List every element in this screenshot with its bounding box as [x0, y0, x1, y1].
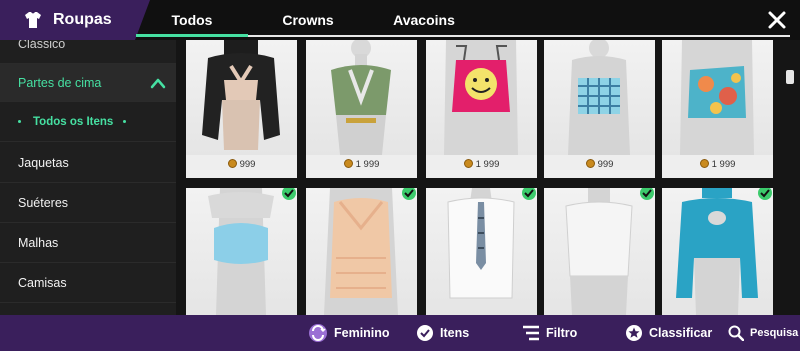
item-card[interactable]: 999 [544, 40, 655, 178]
category-sidebar: Clássico Partes de cima Todos os Itens J… [0, 40, 176, 315]
item-card[interactable] [426, 188, 537, 315]
bottom-item-label: Filtro [546, 326, 578, 340]
coin-icon [699, 159, 709, 168]
item-thumbnail [426, 188, 537, 315]
teal-cutout-top-image [676, 188, 758, 315]
bottom-item-label: Pesquisa [750, 327, 799, 339]
tab-avacoins[interactable]: Avacoins [368, 0, 480, 40]
bottom-item-label: Feminino [334, 326, 390, 340]
gender-swap-icon [309, 324, 327, 342]
sidebar-item-label: Todos os Itens [33, 115, 114, 128]
page-title: Roupas [53, 11, 112, 28]
item-card[interactable] [306, 188, 417, 315]
sidebar-item-partes-de-cima[interactable]: Partes de cima [0, 64, 176, 102]
brand-section: Roupas [0, 0, 150, 40]
pink-smiley-tank-image [444, 40, 518, 155]
bottom-toolbar: Feminino Itens Filtro Classificar Pesqui… [0, 315, 800, 351]
black-cutout-top-image [202, 40, 280, 150]
item-card[interactable] [544, 188, 655, 315]
item-price: 1 999 [306, 159, 417, 170]
white-shirt-tie-image [447, 188, 515, 299]
bullet-dot [18, 120, 21, 123]
items-filter-button[interactable]: Itens [416, 315, 469, 351]
item-card[interactable]: 999 [186, 40, 297, 178]
item-card[interactable]: 1 999 [426, 40, 537, 178]
search-button[interactable]: Pesquisa [728, 315, 798, 351]
plaid-tube-top-image [568, 40, 630, 155]
item-thumbnail [306, 40, 417, 155]
sidebar-item-label: Clássico [18, 40, 66, 51]
star-badge-icon [626, 325, 642, 341]
gender-toggle-button[interactable]: Feminino [308, 315, 390, 351]
white-longsleeve-image [565, 188, 633, 315]
top-bar: Roupas Todos Crowns Avacoins [0, 0, 800, 40]
item-price: 1 999 [426, 159, 537, 170]
sidebar-item-jaquetas[interactable]: Jaquetas [0, 143, 176, 183]
sidebar-item-todos-os-itens[interactable]: Todos os Itens [0, 102, 176, 142]
bottom-item-label: Classificar [649, 326, 713, 340]
blue-tube-top-image [208, 188, 274, 315]
scrollbar-thumb[interactable] [786, 70, 794, 84]
item-price: 1 999 [662, 159, 773, 170]
sidebar-item-label: Malhas [18, 235, 59, 250]
coin-icon [227, 159, 237, 168]
green-crop-shirt-image [331, 40, 391, 155]
item-thumbnail [186, 40, 297, 155]
sort-button[interactable]: Classificar [625, 315, 712, 351]
tie-dye-bandeau-image [680, 40, 754, 155]
app-window: Roupas Todos Crowns Avacoins Clássico Pa… [0, 0, 800, 351]
search-icon [728, 325, 744, 341]
chevron-up-icon [150, 78, 166, 88]
filter-icon [523, 325, 539, 341]
coin-icon [343, 159, 353, 168]
sidebar-item-label: Suéteres [18, 195, 69, 210]
filter-button[interactable]: Filtro [522, 315, 577, 351]
item-price: 999 [544, 159, 655, 170]
tab-crowns[interactable]: Crowns [248, 0, 368, 40]
sidebar-item-label: Partes de cima [18, 75, 102, 90]
sidebar-item-malhas[interactable]: Malhas [0, 223, 176, 263]
item-card[interactable]: 1 999 [662, 40, 773, 178]
item-thumbnail [662, 188, 773, 315]
peach-lace-top-image [324, 188, 398, 315]
sidebar-item-label: Camisas [18, 275, 67, 290]
item-card[interactable] [186, 188, 297, 315]
item-thumbnail [662, 40, 773, 155]
item-thumbnail [186, 188, 297, 315]
item-price: 999 [186, 159, 297, 170]
item-thumbnail [544, 40, 655, 155]
shirt-icon [25, 12, 41, 28]
bullet-dot [123, 120, 127, 123]
sidebar-item-camisas[interactable]: Camisas [0, 263, 176, 303]
item-card[interactable] [662, 188, 773, 315]
sidebar-item-label: Jaquetas [18, 155, 69, 170]
item-thumbnail [306, 188, 417, 315]
close-icon[interactable] [766, 9, 788, 31]
sidebar-item-classico[interactable]: Clássico [0, 40, 176, 64]
sidebar-item-sueteres[interactable]: Suéteres [0, 183, 176, 223]
coin-icon [585, 159, 595, 168]
bottom-item-label: Itens [440, 326, 470, 340]
item-thumbnail [544, 188, 655, 315]
active-tab-indicator [136, 34, 248, 37]
items-grid: 999 1 999 1 999 999 1 999 [176, 40, 800, 315]
item-card[interactable]: 1 999 [306, 40, 417, 178]
coin-icon [463, 159, 473, 168]
item-thumbnail [426, 40, 537, 155]
check-circle-icon [417, 325, 433, 341]
